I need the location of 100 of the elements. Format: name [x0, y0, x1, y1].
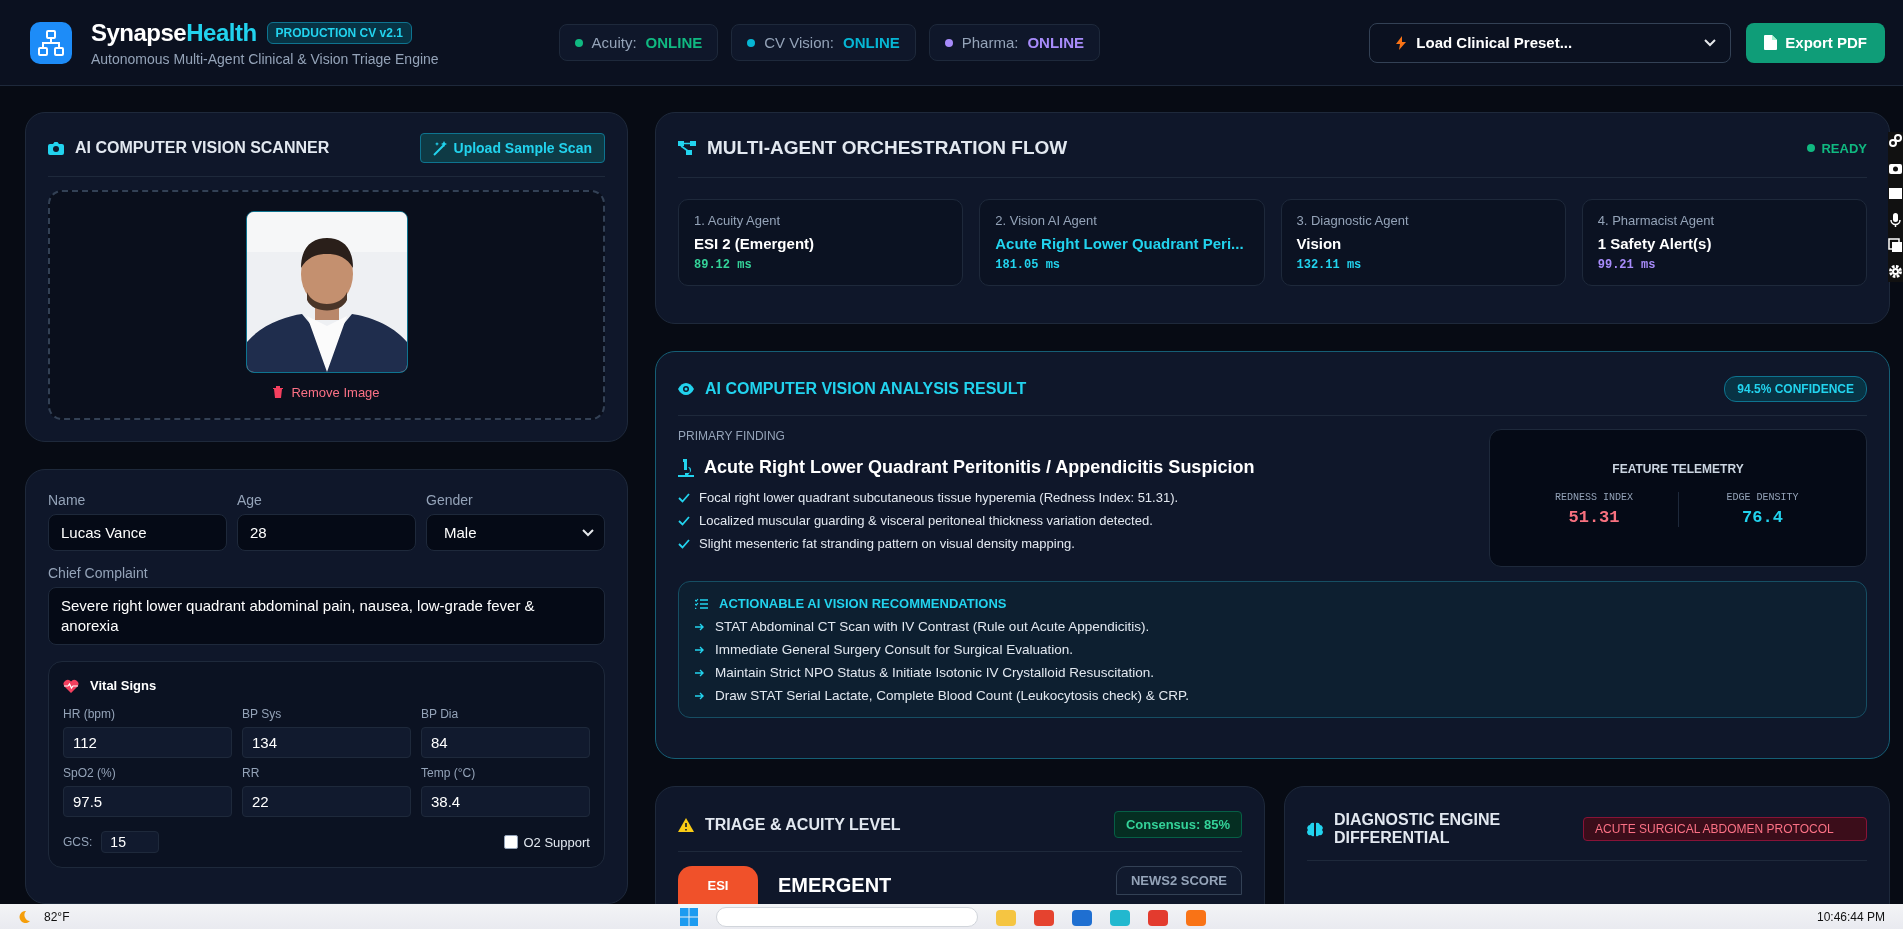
status-label: CV Vision:	[764, 34, 835, 51]
card-title: AI COMPUTER VISION ANALYSIS RESULT	[705, 380, 1027, 398]
vital-field[interactable]: 38.4	[421, 786, 590, 817]
microphone-icon[interactable]	[1888, 212, 1903, 228]
protocol-badge: ACUTE SURGICAL ABDOMEN PROTOCOL	[1583, 817, 1867, 841]
card-title: MULTI-AGENT ORCHESTRATION FLOW	[707, 137, 1068, 159]
text-field[interactable]: 28	[237, 514, 416, 551]
preset-select[interactable]: Load Clinical Preset...	[1369, 22, 1732, 63]
confidence-badge: 94.5% CONFIDENCE	[1724, 376, 1867, 402]
agent-result: ESI 2 (Emergent)	[694, 235, 816, 252]
brain-icon	[1307, 821, 1323, 837]
square-icon[interactable]	[1888, 186, 1903, 202]
status-indicator: READY	[1807, 140, 1867, 156]
camera-icon	[48, 141, 64, 155]
latency-text: 181.05 ms	[995, 258, 1061, 272]
section-label: PRIMARY FINDING	[678, 429, 786, 443]
status-value: ONLINE	[1027, 34, 1085, 51]
latency-text: 89.12 ms	[694, 258, 752, 272]
field-label: Chief Complaint	[48, 565, 149, 581]
field-label: Name	[48, 492, 87, 508]
agent-result: Acute Right Lower Quadrant Peri...	[995, 235, 1245, 252]
app-subtitle: Autonomous Multi-Agent Clinical & Vision Triage Engine	[91, 50, 439, 67]
latency-text: 99.21 ms	[1597, 258, 1656, 272]
recommendation-text: Maintain Strict NPO Status & Initiate Isotonic IV Crystalloid Resuscitation.	[715, 665, 1154, 680]
observation-text: Slight mesenteric fat stranding pattern on visual density mapping.	[699, 536, 1075, 551]
telemetry-title: FEATURE TELEMETRY	[1611, 462, 1745, 476]
vitals-title: Vital Signs	[90, 678, 157, 693]
field-label: Gender	[426, 492, 474, 508]
link-icon[interactable]	[1888, 134, 1903, 150]
field-label: GCS:	[63, 835, 93, 849]
copy-icon[interactable]	[1888, 238, 1903, 254]
status-label: Acuity:	[591, 34, 637, 51]
field-label: SpO2 (%)	[63, 766, 117, 780]
field-label: Age	[237, 492, 263, 508]
status-value: ONLINE	[843, 34, 900, 51]
magic-wand-icon	[432, 140, 448, 156]
heart-pulse-icon	[63, 678, 79, 693]
observation-text: Focal right lower quadrant subcutaneous tissue hyperemia (Redness Index: 51.31).	[699, 490, 1179, 505]
microscope-icon	[678, 458, 694, 477]
checklist-icon	[695, 598, 708, 609]
eye-icon	[678, 383, 694, 395]
flow-icon	[678, 141, 696, 155]
search-field[interactable]	[716, 906, 979, 927]
chevron-down-icon	[1704, 38, 1717, 47]
windows-icon[interactable]	[680, 907, 699, 926]
vital-field[interactable]: 84	[421, 727, 590, 758]
consensus-badge: Consensus: 85%	[1113, 811, 1242, 838]
status-label: Pharma:	[961, 34, 1019, 51]
vital-field[interactable]: 97.5	[63, 786, 232, 817]
recommendation-text: STAT Abdominal CT Scan with IV Contrast (Rule out Acute Appendicitis).	[715, 619, 1150, 634]
arrow-right-icon	[695, 691, 705, 700]
agent-result: Vision	[1296, 235, 1343, 252]
chevron-down-icon	[582, 528, 594, 537]
upload-dropzone[interactable]: Remove Image	[48, 190, 605, 420]
arrow-right-icon	[695, 668, 705, 677]
card-title: AI COMPUTER VISION SCANNER	[75, 139, 330, 157]
checkbox[interactable]	[503, 835, 518, 849]
field-label: BP Dia	[421, 707, 460, 721]
recommendations-title: ACTIONABLE AI VISION RECOMMENDATIONS	[719, 596, 1007, 611]
latency-text: 132.11 ms	[1296, 258, 1362, 272]
complaint-field[interactable]: Severe right lower quadrant abdominal pain, nausea, low-grade fever & anorexia	[48, 587, 605, 645]
vital-field[interactable]: 112	[63, 727, 232, 758]
gender-select[interactable]: Male	[426, 514, 605, 551]
trash-icon	[273, 386, 284, 398]
gcs-field[interactable]: 15	[101, 831, 160, 853]
network-icon	[30, 21, 72, 64]
metric-value: 51.31	[1567, 508, 1621, 527]
field-label: Temp (°C)	[421, 766, 477, 780]
agent-name: 3. Diagnostic Agent	[1296, 213, 1410, 228]
agent-name: 1. Acuity Agent	[694, 213, 781, 228]
metric-label: REDNESS INDEX	[1554, 492, 1634, 503]
moon-icon	[18, 910, 30, 923]
recommendation-text: Immediate General Surgery Consult for Surgical Evaluation.	[715, 642, 1073, 657]
version-badge: PRODUCTION CV v2.1	[266, 21, 412, 44]
settings-icon[interactable]	[1888, 264, 1903, 280]
weather-text: 82°F	[44, 909, 70, 924]
recommendation-text: Draw STAT Serial Lactate, Complete Blood Count (Leukocytosis check) & CRP.	[715, 688, 1189, 703]
agent-name: 4. Pharmacist Agent	[1597, 213, 1716, 228]
app-icon[interactable]	[1034, 907, 1055, 926]
field-label: RR	[242, 766, 261, 780]
checkbox-label: O2 Support	[523, 834, 590, 850]
metric-label: EDGE DENSITY	[1725, 492, 1800, 503]
warning-icon	[678, 817, 694, 832]
field-label: HR (bpm)	[63, 707, 116, 721]
arrow-right-icon	[695, 622, 705, 631]
agent-result: 1 Safety Alert(s)	[1597, 235, 1713, 252]
status-value: ONLINE	[645, 34, 703, 51]
news2-button[interactable]: NEWS2 SCORE	[1115, 866, 1242, 895]
remove-image-link[interactable]: Remove Image	[273, 384, 380, 400]
card-title: DIAGNOSTIC ENGINE DIFFERENTIAL	[1334, 811, 1502, 847]
acuity-level: EMERGENT	[778, 874, 892, 897]
esi-badge: ESI	[678, 866, 758, 904]
check-icon	[678, 492, 690, 503]
check-icon	[678, 515, 690, 526]
vital-field[interactable]: 134	[242, 727, 411, 758]
check-icon	[678, 538, 690, 549]
upload-button[interactable]: Upload Sample Scan	[419, 133, 605, 163]
metric-value: 76.4	[1741, 508, 1784, 527]
vital-field[interactable]: 22	[242, 786, 411, 817]
text-field[interactable]: Lucas Vance	[48, 514, 227, 551]
